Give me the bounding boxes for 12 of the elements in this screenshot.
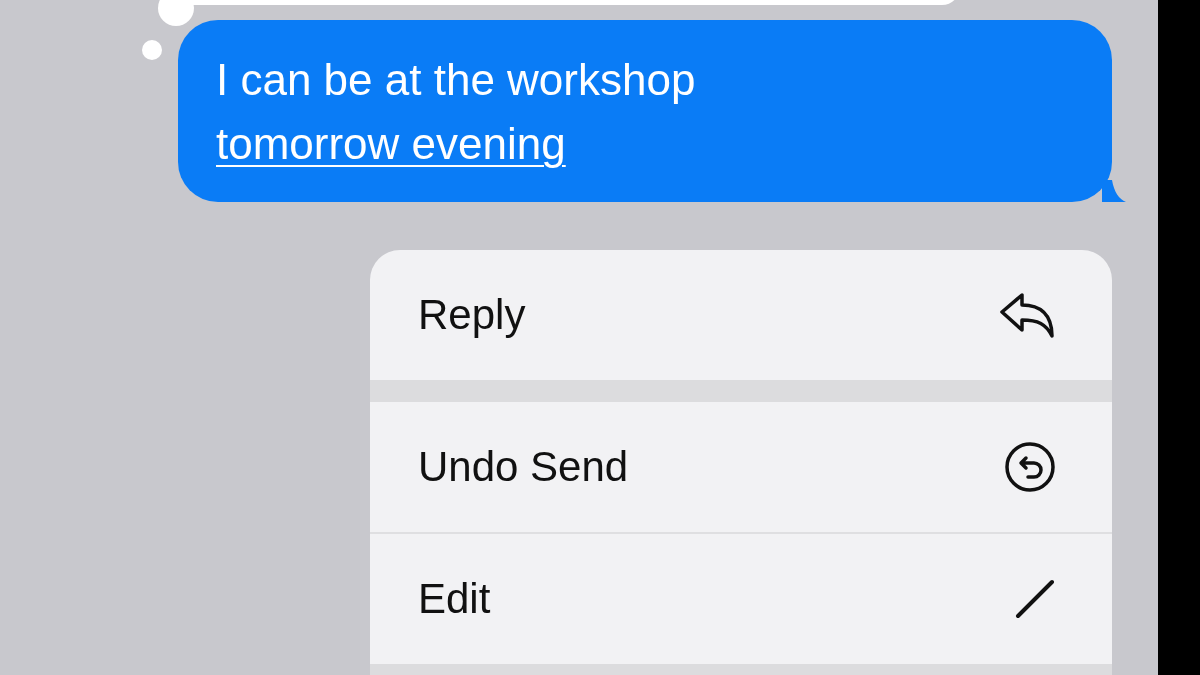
menu-item[interactable]: Reply	[370, 250, 1112, 380]
menu-item[interactable]: Edit	[370, 534, 1112, 664]
undo-circle-icon	[1004, 441, 1056, 493]
menu-item[interactable]: Undo Send	[370, 402, 1112, 532]
reply-arrow-icon	[1000, 292, 1056, 338]
menu-item-label: Undo Send	[418, 443, 629, 491]
pencil-icon	[1014, 578, 1056, 620]
message-text: I can be at the workshop tomorrow evening	[216, 55, 696, 168]
tapback-dot	[142, 40, 162, 60]
date-link[interactable]: tomorrow evening	[216, 119, 566, 168]
menu-item-label: Reply	[418, 291, 526, 339]
menu-item-label: Edit	[418, 575, 491, 623]
